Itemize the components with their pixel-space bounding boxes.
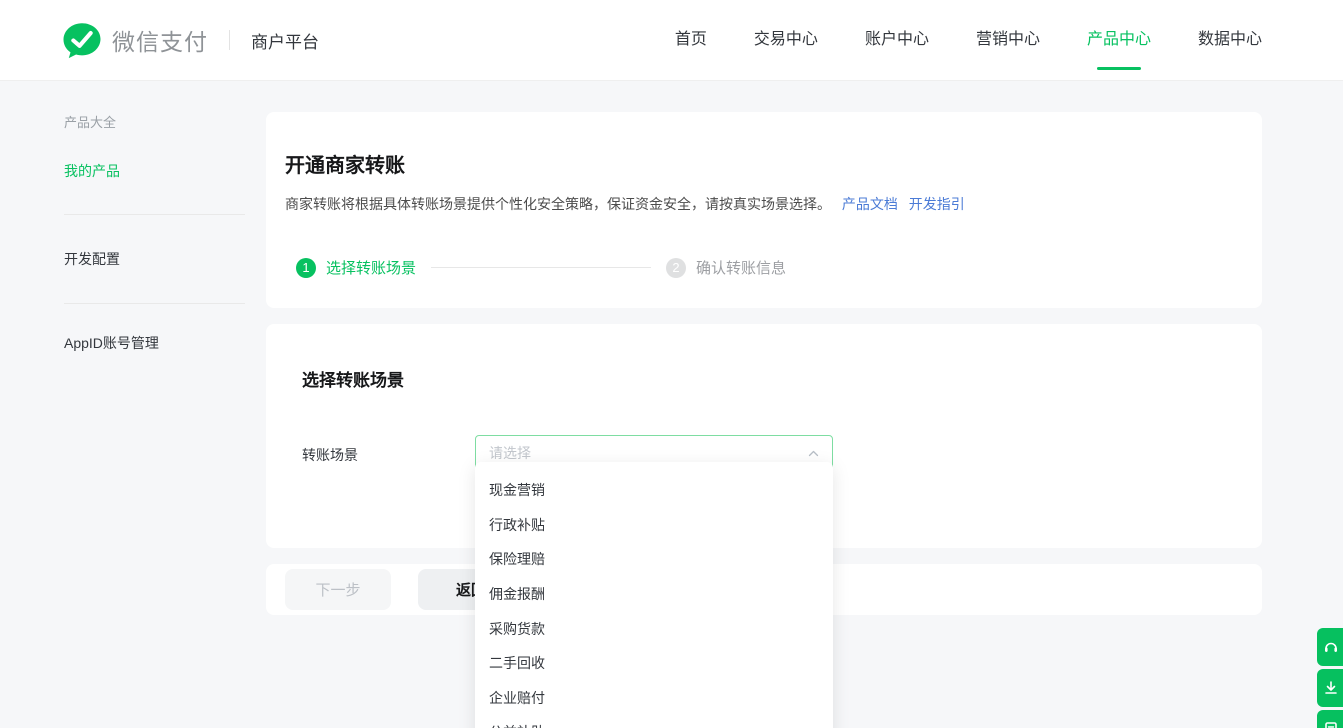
feedback-icon xyxy=(1322,679,1340,697)
portal-name: 商户平台 xyxy=(251,28,319,53)
dropdown-option[interactable]: 二手回收 xyxy=(475,646,833,681)
nav-item-transactions[interactable]: 交易中心 xyxy=(754,29,818,51)
customer-service-icon xyxy=(1322,638,1340,656)
dropdown-option[interactable]: 佣金报酬 xyxy=(475,577,833,612)
step-2-label: 确认转账信息 xyxy=(696,257,786,278)
step-indicator: 1 选择转账场景 2 确认转账信息 xyxy=(296,257,1234,278)
floating-widget-bar xyxy=(1317,628,1343,728)
sidebar-section-title: 产品大全 xyxy=(64,112,266,131)
sidebar: 产品大全 我的产品 开发配置 AppID账号管理 xyxy=(0,81,266,353)
survey-button[interactable] xyxy=(1317,710,1343,728)
intro-card: 开通商家转账 商家转账将根据具体转账场景提供个性化安全策略，保证资金安全，请按真… xyxy=(266,112,1262,308)
main-nav: 首页 交易中心 账户中心 营销中心 产品中心 数据中心 xyxy=(675,29,1262,51)
dev-guide-link[interactable]: 开发指引 xyxy=(909,196,965,212)
nav-item-home[interactable]: 首页 xyxy=(675,29,707,51)
dropdown-option[interactable]: 保险理赔 xyxy=(475,542,833,577)
nav-item-data[interactable]: 数据中心 xyxy=(1198,29,1262,51)
product-doc-link[interactable]: 产品文档 xyxy=(842,196,898,212)
dropdown-option[interactable]: 公益补助 xyxy=(475,715,833,728)
transfer-scene-dropdown: 现金营销 行政补贴 保险理赔 佣金报酬 采购货款 二手回收 企业赔付 公益补助 xyxy=(475,462,833,728)
top-header: 微信支付 商户平台 首页 交易中心 账户中心 营销中心 产品中心 数据中心 xyxy=(0,0,1343,81)
chevron-up-icon xyxy=(807,447,820,460)
dropdown-option[interactable]: 行政补贴 xyxy=(475,508,833,543)
sidebar-divider xyxy=(64,303,245,304)
step-1-circle: 1 xyxy=(296,258,316,278)
wechat-bubble-icon xyxy=(62,22,102,59)
sidebar-item-appid-management[interactable]: AppID账号管理 xyxy=(64,333,266,353)
page-description: 商家转账将根据具体转账场景提供个性化安全策略，保证资金安全，请按真实场景选择。 … xyxy=(285,194,1234,214)
dropdown-option[interactable]: 现金营销 xyxy=(475,473,833,508)
nav-item-account[interactable]: 账户中心 xyxy=(865,29,929,51)
header-divider xyxy=(229,30,230,50)
dropdown-option[interactable]: 采购货款 xyxy=(475,611,833,646)
nav-item-products[interactable]: 产品中心 xyxy=(1087,29,1151,51)
customer-service-button[interactable] xyxy=(1317,628,1343,666)
nav-item-marketing[interactable]: 营销中心 xyxy=(976,29,1040,51)
next-step-button[interactable]: 下一步 xyxy=(285,569,391,610)
dropdown-option[interactable]: 企业赔付 xyxy=(475,681,833,716)
select-placeholder: 请选择 xyxy=(489,443,807,463)
step-connector-line xyxy=(431,267,651,268)
survey-icon xyxy=(1322,720,1340,728)
transfer-scene-label: 转账场景 xyxy=(302,435,475,471)
sidebar-divider xyxy=(64,214,245,215)
merchant-platform-page: 微信支付 商户平台 首页 交易中心 账户中心 营销中心 产品中心 数据中心 产品… xyxy=(0,0,1343,728)
wechat-pay-logo[interactable]: 微信支付 xyxy=(62,22,208,59)
step-2-circle: 2 xyxy=(666,258,686,278)
sidebar-item-my-products[interactable]: 我的产品 xyxy=(64,161,266,181)
sidebar-item-dev-config[interactable]: 开发配置 xyxy=(64,249,266,269)
logo-text: 微信支付 xyxy=(112,23,208,57)
feedback-button[interactable] xyxy=(1317,669,1343,707)
page-title: 开通商家转账 xyxy=(285,149,1234,178)
step-1-label: 选择转账场景 xyxy=(326,257,416,278)
form-heading: 选择转账场景 xyxy=(302,366,1262,391)
page-description-text: 商家转账将根据具体转账场景提供个性化安全策略，保证资金安全，请按真实场景选择。 xyxy=(285,196,831,212)
